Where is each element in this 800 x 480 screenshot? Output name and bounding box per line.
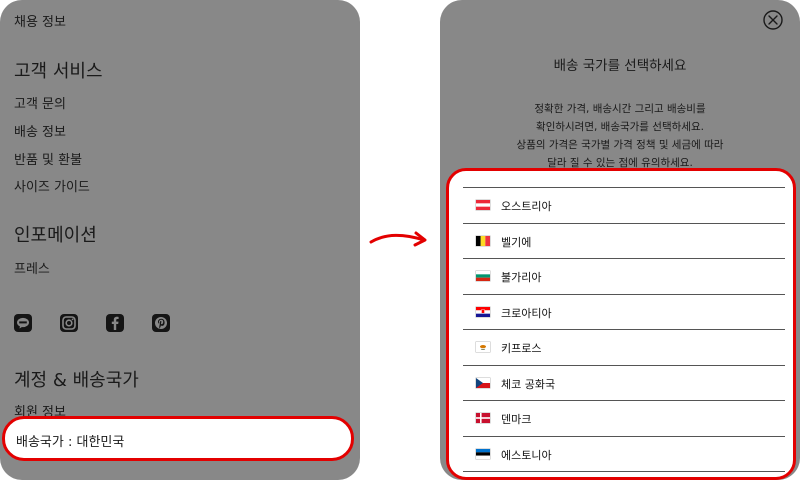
bulgaria-flag-icon xyxy=(476,271,490,281)
close-icon[interactable] xyxy=(762,9,784,31)
country-name: 덴마크 xyxy=(501,413,532,426)
customer-service-heading: 고객 서비스 xyxy=(14,61,103,82)
information-heading: 인포메이션 xyxy=(14,225,97,246)
country-item-denmark[interactable]: 덴마크 xyxy=(463,401,785,437)
country-name: 오스트리아 xyxy=(501,200,552,213)
size-guide-link[interactable]: 사이즈 가이드 xyxy=(14,176,90,195)
shipping-country-selector[interactable]: 배송국가 : 대한민국 xyxy=(2,416,354,461)
country-name: 에스토니아 xyxy=(501,448,552,462)
country-name: 불가리아 xyxy=(501,271,542,284)
account-shipping-heading: 계정 & 배송국가 xyxy=(14,370,139,391)
austria-flag-icon xyxy=(476,200,490,210)
pinterest-icon[interactable] xyxy=(152,314,170,332)
country-item-austria[interactable]: 오스트리아 xyxy=(463,188,785,224)
facebook-icon[interactable] xyxy=(106,314,124,332)
estonia-flag-icon xyxy=(476,448,490,459)
description-line: 확인하시려면, 배송국가를 선택하세요. xyxy=(536,121,704,133)
customer-inquiry-link[interactable]: 고객 문의 xyxy=(14,93,66,112)
country-list-highlight: 오스트리아 벨기에 불가리아 크로아티아 키프로스 체코 공화국 덴마크 에스토… xyxy=(446,168,796,480)
mobile-menu-panel: 채용 정보 고객 서비스 고객 문의 배송 정보 반품 및 환불 사이즈 가이드… xyxy=(0,0,360,480)
arrow-right-icon xyxy=(369,231,427,247)
croatia-flag-icon xyxy=(476,306,490,317)
shipping-info-link[interactable]: 배송 정보 xyxy=(14,121,66,140)
description-line: 정확한 가격, 배송시간 그리고 배송비를 xyxy=(534,103,706,115)
country-name: 키프로스 xyxy=(501,342,542,355)
kakaotalk-icon[interactable] xyxy=(14,314,32,332)
country-item-bulgaria[interactable]: 불가리아 xyxy=(463,259,785,295)
cyprus-flag-icon xyxy=(476,342,490,352)
country-modal-panel: 배송 국가를 선택하세요 정확한 가격, 배송시간 그리고 배송비를 확인하시려… xyxy=(440,0,800,480)
modal-title: 배송 국가를 선택하세요 xyxy=(553,58,687,74)
country-name: 크로아티아 xyxy=(501,306,552,320)
shipping-country-label: 배송국가 : 대한민국 xyxy=(16,435,125,450)
country-name: 벨기에 xyxy=(501,235,532,249)
country-item-croatia[interactable]: 크로아티아 xyxy=(463,295,785,330)
country-item-belgium[interactable]: 벨기에 xyxy=(463,224,785,259)
careers-link[interactable]: 채용 정보 xyxy=(14,11,66,30)
description-line: 상품의 가격은 국가별 가격 정책 및 세금에 따라 xyxy=(516,139,724,151)
czech-flag-icon xyxy=(476,377,490,388)
instagram-icon[interactable] xyxy=(60,314,78,332)
country-item-cyprus[interactable]: 키프로스 xyxy=(463,330,785,366)
country-name: 체코 공화국 xyxy=(501,377,556,391)
country-list: 오스트리아 벨기에 불가리아 크로아티아 키프로스 체코 공화국 덴마크 에스토… xyxy=(463,187,785,472)
denmark-flag-icon xyxy=(476,413,490,423)
returns-refunds-link[interactable]: 반품 및 환불 xyxy=(14,149,82,168)
press-link[interactable]: 프레스 xyxy=(14,258,50,277)
country-item-estonia[interactable]: 에스토니아 xyxy=(463,437,785,472)
country-item-czech-republic[interactable]: 체코 공화국 xyxy=(463,366,785,401)
belgium-flag-icon xyxy=(476,235,490,246)
modal-description: 정확한 가격, 배송시간 그리고 배송비를 확인하시려면, 배송국가를 선택하세… xyxy=(480,100,760,172)
